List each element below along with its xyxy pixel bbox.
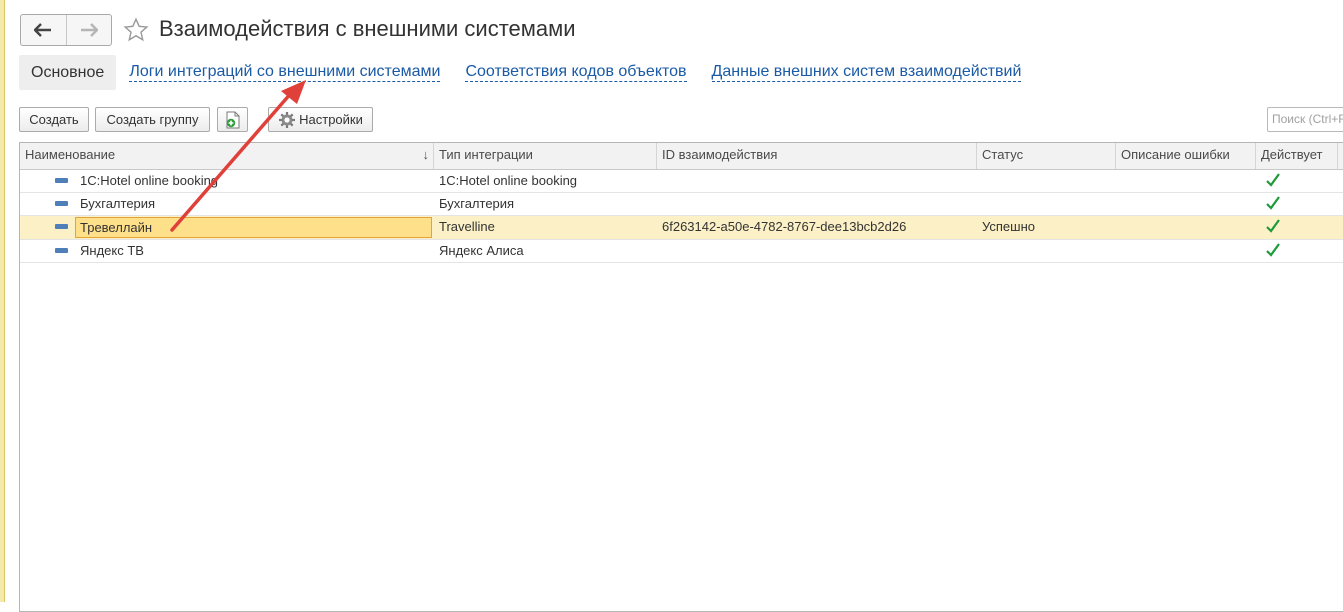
column-header-id[interactable]: ID взаимодействия xyxy=(657,143,977,169)
element-icon xyxy=(55,248,68,253)
table-row[interactable]: 1C:Hotel online booking 1C:Hotel online … xyxy=(20,170,1343,193)
forward-button[interactable] xyxy=(65,15,112,45)
cell-id: 6f263142-a50e-4782-8767-dee13bcb2d26 xyxy=(662,219,907,234)
check-icon xyxy=(1266,243,1280,257)
column-header-type[interactable]: Тип интеграции xyxy=(434,143,657,169)
element-icon xyxy=(55,178,68,183)
sort-down-icon: ↓ xyxy=(422,147,430,162)
cell-status: Успешно xyxy=(982,219,1035,234)
copy-document-button[interactable] xyxy=(217,107,248,132)
page-title: Взаимодействия с внешними системами xyxy=(159,16,576,41)
systems-table: Наименование ↓ Тип интеграции ID взаимод… xyxy=(19,142,1343,612)
column-header-active[interactable]: Действует xyxy=(1256,143,1338,169)
column-header-status[interactable]: Статус xyxy=(977,143,1116,169)
element-icon xyxy=(55,201,68,206)
settings-label: Настройки xyxy=(299,112,363,127)
cell-error xyxy=(1116,240,1256,263)
table-row-selected[interactable]: Тревеллайн Travelline 6f263142-a50e-4782… xyxy=(20,216,1343,240)
cell-status xyxy=(977,240,1116,263)
gear-icon xyxy=(279,111,296,128)
document-add-icon xyxy=(226,111,239,128)
create-group-button[interactable]: Создать группу xyxy=(95,107,210,132)
cell-type: Бухгалтерия xyxy=(439,196,515,211)
tab-main[interactable]: Основное xyxy=(19,55,117,90)
search-input[interactable]: Поиск (Ctrl+F) xyxy=(1267,107,1343,132)
arrow-left-icon xyxy=(34,23,52,37)
arrow-right-icon xyxy=(80,23,98,37)
cell-status xyxy=(977,170,1116,193)
cell-type: 1C:Hotel online booking xyxy=(439,173,578,188)
cell-name: Яндекс ТВ xyxy=(80,243,144,258)
cell-id xyxy=(657,193,977,216)
create-button[interactable]: Создать xyxy=(19,107,89,132)
check-icon xyxy=(1266,173,1280,187)
element-icon xyxy=(55,224,68,229)
cell-name: 1C:Hotel online booking xyxy=(80,173,219,188)
check-icon xyxy=(1266,196,1280,210)
check-icon xyxy=(1266,219,1280,233)
back-button[interactable] xyxy=(21,15,66,45)
tab-integration-logs[interactable]: Логи интеграций со внешними системами xyxy=(129,63,441,82)
cell-type: Travelline xyxy=(439,219,495,234)
cell-name: Бухгалтерия xyxy=(80,196,156,211)
table-header: Наименование ↓ Тип интеграции ID взаимод… xyxy=(20,143,1343,170)
left-panel-edge xyxy=(0,0,5,602)
cell-id xyxy=(657,240,977,263)
column-header-name[interactable]: Наименование ↓ xyxy=(20,143,434,169)
cell-id xyxy=(657,170,977,193)
tab-external-systems-data[interactable]: Данные внешних систем взаимодействий xyxy=(711,63,1022,82)
cell-error xyxy=(1116,216,1256,239)
table-row[interactable]: Яндекс ТВ Яндекс Алиса xyxy=(20,240,1343,263)
column-header-error[interactable]: Описание ошибки xyxy=(1116,143,1256,169)
cell-type: Яндекс Алиса xyxy=(439,243,524,258)
tab-bar: Основное Логи интеграций со внешними сис… xyxy=(19,55,1022,90)
column-label-name: Наименование xyxy=(25,147,116,162)
star-icon[interactable] xyxy=(123,17,149,43)
tab-object-code-mapping[interactable]: Соответствия кодов объектов xyxy=(465,63,687,82)
cell-error xyxy=(1116,193,1256,216)
cell-name-editor[interactable]: Тревеллайн xyxy=(75,217,432,238)
navigation-buttons xyxy=(20,14,112,46)
cell-status xyxy=(977,193,1116,216)
settings-button[interactable]: Настройки xyxy=(268,107,373,132)
cell-error xyxy=(1116,170,1256,193)
table-row[interactable]: Бухгалтерия Бухгалтерия xyxy=(20,193,1343,216)
column-header-extra[interactable] xyxy=(1338,143,1343,169)
